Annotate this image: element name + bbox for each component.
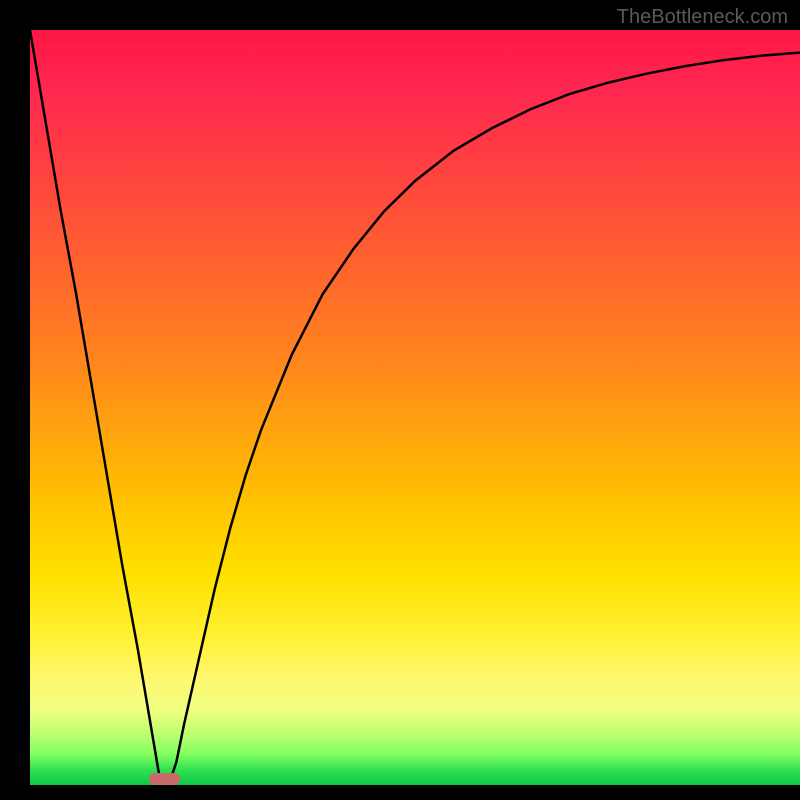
curve-svg — [30, 30, 800, 785]
chart-container: TheBottleneck.com — [0, 0, 800, 800]
watermark-text: TheBottleneck.com — [617, 6, 788, 29]
bottleneck-curve — [30, 30, 800, 785]
plot-area — [30, 30, 800, 785]
optimal-range-marker — [149, 773, 180, 785]
